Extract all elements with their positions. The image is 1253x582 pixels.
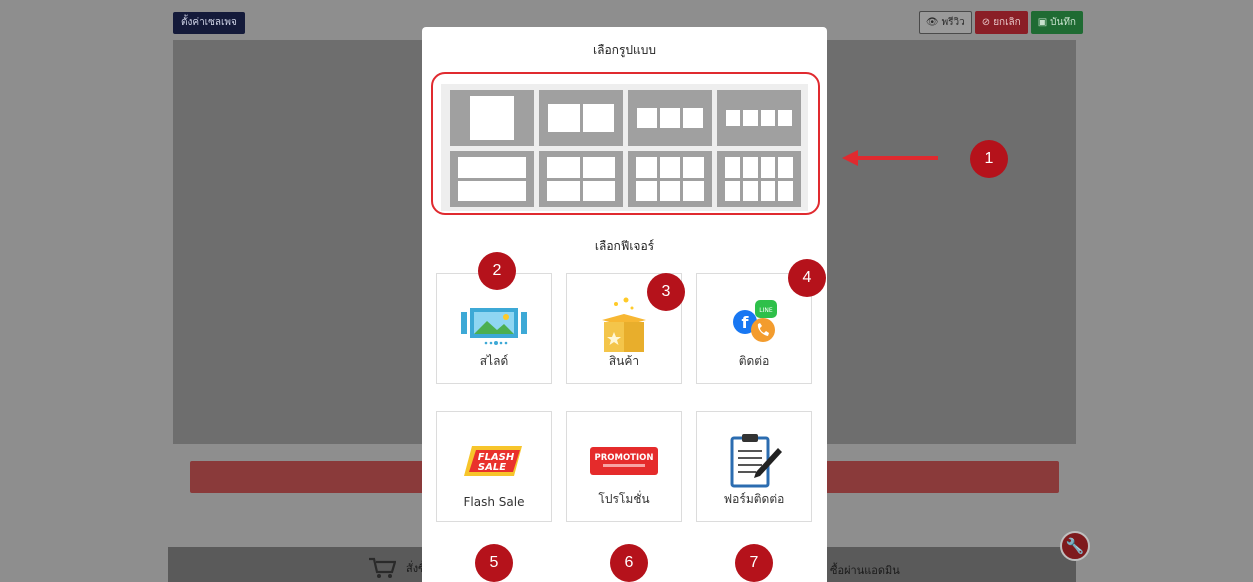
product-box-icon — [602, 297, 646, 352]
contact-icon: LINE f — [733, 300, 777, 342]
feature-label-contact-form: ฟอร์มติดต่อ — [723, 492, 785, 506]
promotion-icon: PROMOTION — [590, 447, 658, 475]
cancel-button[interactable]: ⊘ ยกเลิก — [974, 11, 1028, 34]
arrow-icon — [842, 150, 938, 166]
svg-text:PROMOTION: PROMOTION — [595, 453, 654, 463]
feature-title: เลือกฟีเจอร์ — [594, 239, 655, 253]
svg-text:f: f — [742, 313, 750, 332]
contact-form-icon — [730, 434, 782, 488]
feature-card-promotion[interactable]: PROMOTION โปรโมชั่น — [566, 411, 682, 522]
svg-text:LINE: LINE — [759, 307, 773, 314]
floppy-icon: ▣ — [1037, 17, 1048, 28]
cancel-label: ยกเลิก — [993, 17, 1021, 28]
flash-sale-icon: FLASH SALE — [464, 446, 522, 476]
slider-icon — [461, 308, 527, 345]
feature-label-slide: สไลด์ — [479, 354, 509, 368]
feature-label-contact: ติดต่อ — [738, 354, 770, 368]
save-label: บันทึก — [1050, 17, 1076, 28]
feature-label-product: สินค้า — [608, 354, 640, 368]
wrench-icon[interactable]: 🔧 — [1060, 531, 1090, 561]
marker-2: 2 — [478, 252, 516, 290]
top-actions: 👁 พรีวิว ⊘ ยกเลิก ▣ บันทึก — [918, 11, 1083, 34]
feature-card-contact-form[interactable]: ฟอร์มติดต่อ — [696, 411, 812, 522]
layout-title: เลือกรูปแบบ — [593, 43, 656, 57]
eye-icon: 👁 — [925, 17, 939, 28]
svg-text:SALE: SALE — [478, 462, 506, 473]
preview-label: พรีวิว — [941, 17, 965, 28]
save-button[interactable]: ▣ บันทึก — [1030, 11, 1083, 34]
page-settings-button[interactable]: ตั้งค่าเซลเพจ — [173, 12, 245, 34]
marker-6: 6 — [610, 544, 648, 582]
cart-icon — [369, 557, 396, 578]
feature-card-flash-sale[interactable]: FLASH SALE Flash Sale — [436, 411, 552, 522]
select-feature-modal: เลือกรูปแบบ เลือกฟีเจอร์ สไลด์ สินค้า LI… — [422, 27, 827, 582]
layout-highlight-box — [431, 72, 820, 215]
feature-label-flash-sale: Flash Sale — [463, 495, 525, 509]
marker-5: 5 — [475, 544, 513, 582]
preview-button[interactable]: 👁 พรีวิว — [918, 11, 972, 34]
marker-1: 1 — [970, 140, 1008, 178]
marker-3: 3 — [647, 273, 685, 311]
admin-label: ซื้อผ่านแอดมิน — [830, 564, 900, 577]
ban-icon: ⊘ — [981, 17, 991, 28]
marker-4: 4 — [788, 259, 826, 297]
feature-label-promotion: โปรโมชั่น — [598, 492, 650, 506]
marker-7: 7 — [735, 544, 773, 582]
